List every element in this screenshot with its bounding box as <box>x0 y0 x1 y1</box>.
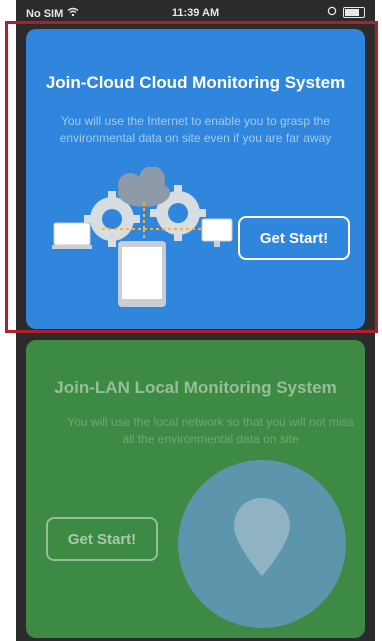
status-time: 11:39 AM <box>171 7 220 19</box>
cloud-card-description: You will use the Internet to enable you … <box>59 114 332 145</box>
cloud-network-illustration <box>52 167 233 307</box>
lan-monitoring-card[interactable]: Join-LAN Local Monitoring System You wil… <box>26 340 365 638</box>
cloud-get-start-button[interactable]: Get Start! <box>238 216 350 260</box>
cloud-card-title: Join-Cloud Cloud Monitoring System <box>45 73 346 92</box>
lan-card-title: Join-LAN Local Monitoring System <box>54 378 337 397</box>
battery-icon <box>343 7 365 18</box>
rotation-lock-icon <box>327 6 337 19</box>
status-bar: No SIM 11:39 AM <box>16 0 375 26</box>
lan-illustration-circle <box>178 460 346 628</box>
status-right <box>327 6 365 19</box>
lan-get-start-button[interactable]: Get Start! <box>46 517 158 561</box>
phone-screen: No SIM 11:39 AM Join-Cloud Cloud Monitor… <box>16 0 375 641</box>
lan-card-description: You will use the local network so that y… <box>67 415 354 446</box>
cloud-monitoring-card[interactable]: Join-Cloud Cloud Monitoring System You w… <box>26 29 365 329</box>
location-pin-icon <box>234 498 290 576</box>
